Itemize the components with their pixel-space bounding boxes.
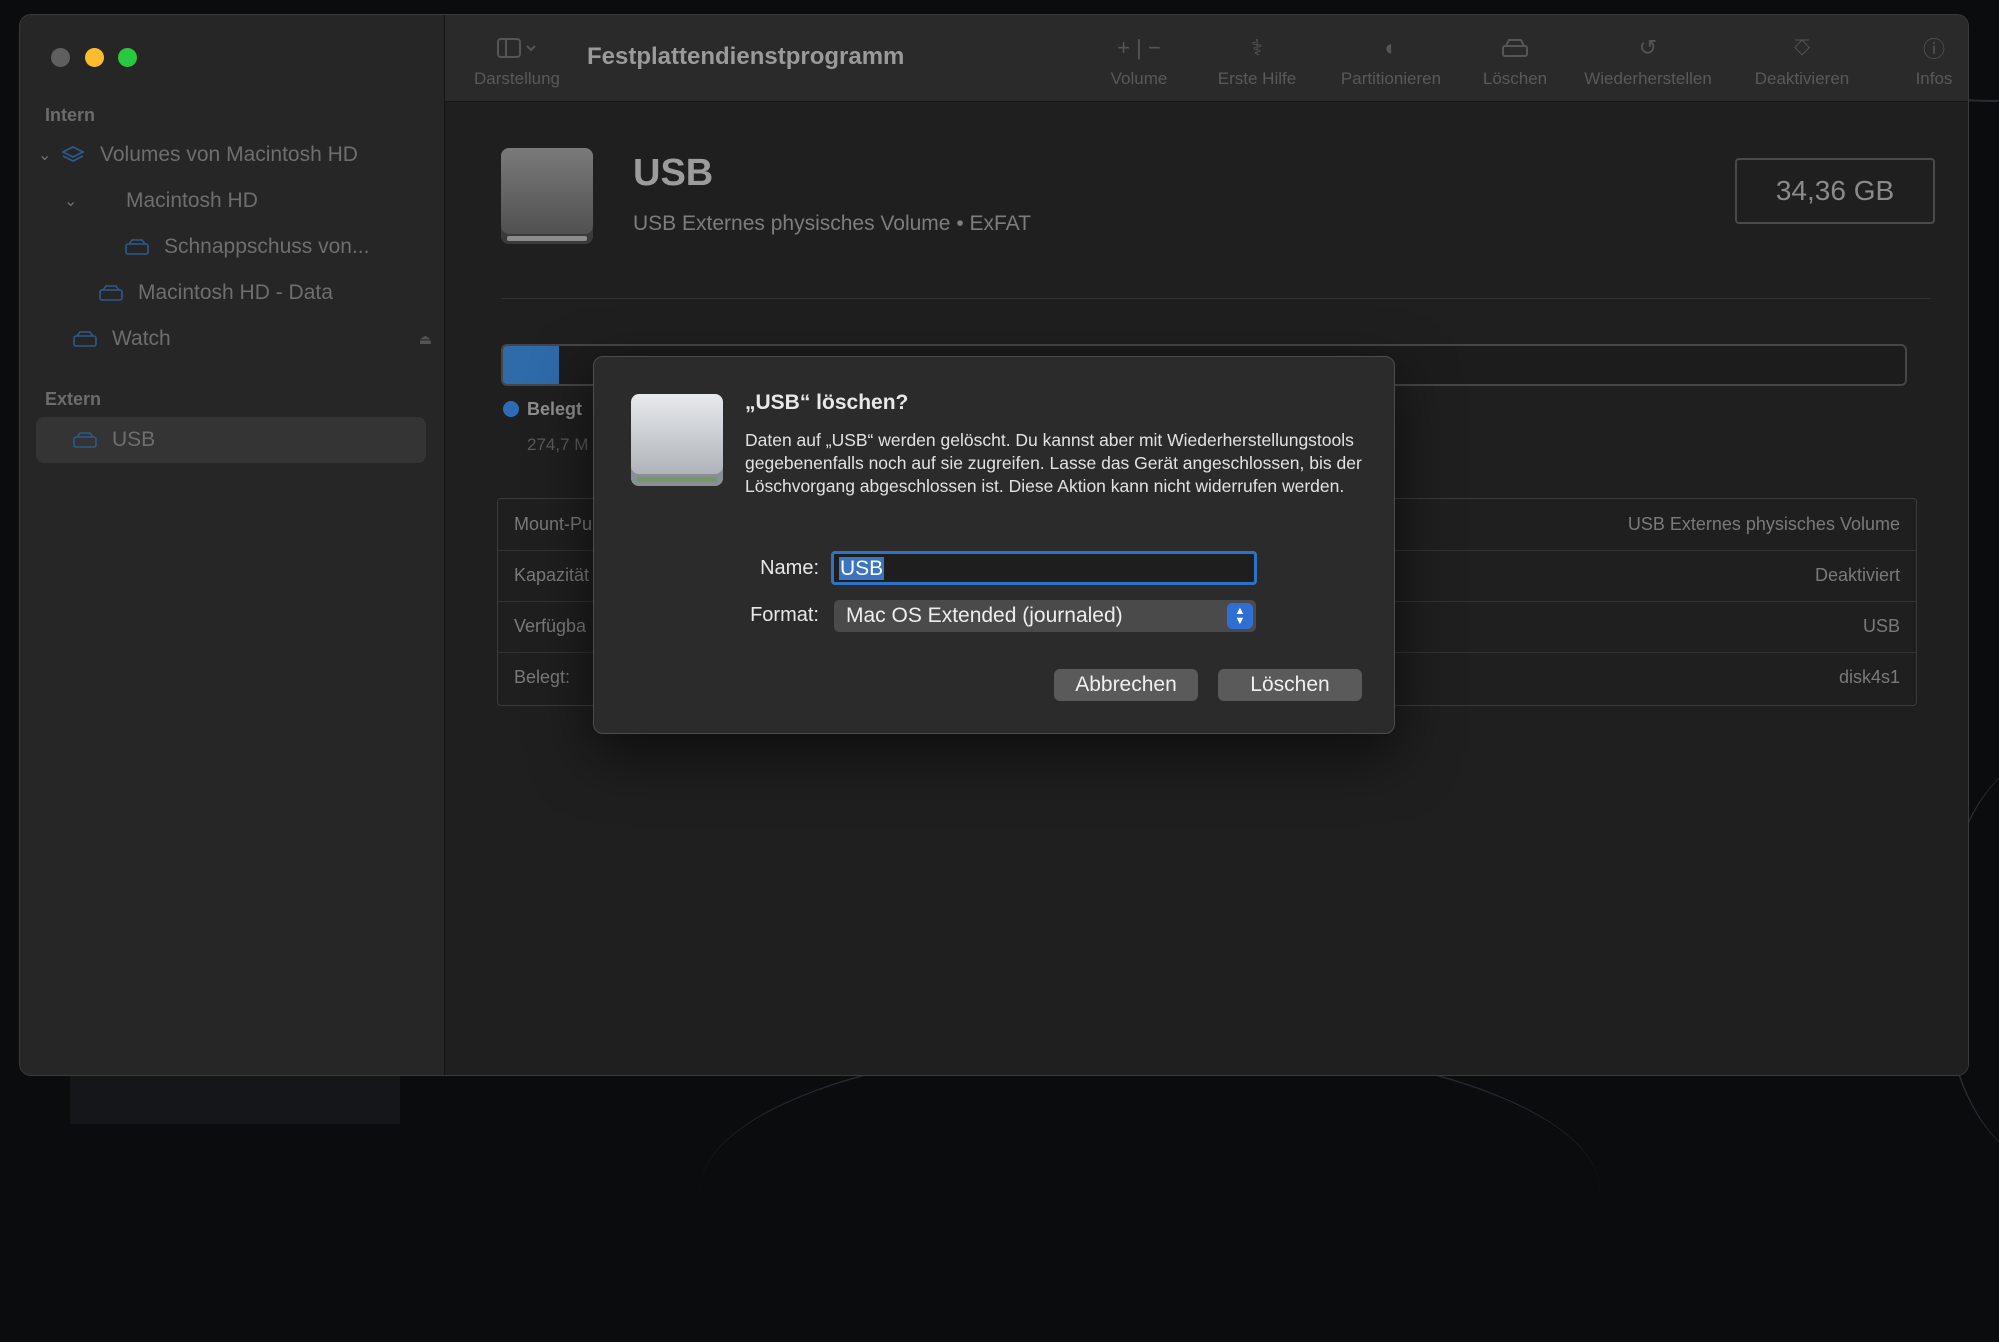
volume-size: 34,36 GB	[1735, 158, 1935, 224]
info-key: Verfügba	[514, 616, 587, 636]
restore-label: Wiederherstellen	[1584, 69, 1712, 88]
info-value: disk4s1	[1838, 667, 1900, 687]
sidebar-item-label: USB	[112, 428, 156, 451]
disk-icon	[72, 330, 98, 348]
sidebar-item-volumes-macintosh-hd[interactable]: ⌄ Volumes von Macintosh HD	[38, 135, 358, 175]
desktop-wallpaper-arc	[700, 1040, 1600, 1342]
info-value: USB	[1862, 616, 1900, 636]
sidebar-toggle-icon	[467, 33, 567, 63]
unmount-icon: ⎏	[1793, 35, 1811, 60]
first-aid-label: Erste Hilfe	[1217, 69, 1297, 88]
info-value: Deaktiviert	[1814, 565, 1900, 585]
name-input[interactable]: USB	[831, 551, 1257, 585]
name-input-value: USB	[839, 557, 885, 580]
chevron-down-icon[interactable]: ⌄	[38, 145, 60, 165]
sidebar-item-label: Macintosh HD - Data	[138, 281, 333, 304]
cancel-button[interactable]: Abbrechen	[1054, 669, 1198, 701]
erase-disk-icon	[1465, 33, 1565, 63]
divider	[501, 298, 1931, 299]
used-legend-dot	[503, 401, 519, 417]
zoom-window-button[interactable]	[118, 48, 137, 67]
sidebar-item-macintosh-hd[interactable]: ⌄ Macintosh HD	[64, 181, 258, 221]
volume-label: Volume	[1110, 69, 1168, 88]
external-disk-icon	[631, 394, 723, 486]
sidebar-item-macintosh-hd-data[interactable]: Macintosh HD - Data	[98, 273, 333, 313]
erase-confirm-button[interactable]: Löschen	[1218, 669, 1362, 701]
sidebar-item-label: Schnappschuss von...	[164, 235, 370, 258]
erase-button[interactable]: Löschen	[1465, 33, 1565, 89]
sidebar-section-extern: Extern	[45, 389, 102, 409]
volume-button[interactable]: + | − Volume	[1099, 33, 1179, 89]
chevron-down-icon[interactable]: ⌄	[64, 191, 86, 211]
restore-button[interactable]: ↺ Wiederherstellen	[1563, 33, 1733, 89]
minimize-window-button[interactable]	[85, 48, 104, 67]
pie-icon: ◐	[1384, 35, 1398, 60]
disk-icon	[72, 431, 98, 449]
disk-icon	[124, 238, 150, 256]
erase-dialog: „USB“ löschen? Daten auf „USB“ werden ge…	[593, 356, 1395, 734]
name-label: Name:	[760, 557, 819, 579]
dialog-message: Daten auf „USB“ werden gelöscht. Du kann…	[745, 430, 1362, 496]
sidebar: Intern ⌄ Volumes von Macintosh HD ⌄ Maci…	[20, 15, 445, 1075]
sidebar-item-label: Macintosh HD	[126, 189, 258, 212]
volume-name: USB	[633, 152, 714, 194]
sidebar-section-intern: Intern	[45, 105, 96, 125]
restore-arrow-icon: ↺	[1638, 35, 1658, 60]
first-aid-button[interactable]: ⚕ Erste Hilfe	[1207, 33, 1307, 89]
info-key: Kapazität	[514, 565, 590, 585]
sidebar-item-watch[interactable]: Watch ⏏	[72, 319, 432, 359]
erase-label: Löschen	[1482, 69, 1548, 88]
used-legend-label: Belegt	[527, 399, 583, 419]
chevron-updown-icon: ▲ ▼	[1227, 603, 1253, 629]
volume-subtitle: USB Externes physisches Volume • ExFAT	[633, 212, 1031, 235]
close-window-button[interactable]	[51, 48, 70, 67]
desktop-wallpaper-panel	[70, 1070, 400, 1124]
info-label: Infos	[1915, 69, 1953, 88]
sidebar-item-usb[interactable]: USB	[72, 420, 155, 460]
eject-icon[interactable]: ⏏	[419, 331, 432, 348]
toolbar: Darstellung Festplattendienstprogramm + …	[445, 15, 1968, 102]
stack-icon	[60, 146, 86, 164]
unmount-button[interactable]: ⎏ Deaktivieren	[1737, 33, 1867, 89]
disk-icon	[86, 192, 112, 210]
usage-bar-fill	[503, 346, 560, 384]
info-key: Belegt:	[514, 667, 571, 687]
partition-button[interactable]: ◐ Partitionieren	[1326, 33, 1456, 89]
stethoscope-icon: ⚕	[1251, 35, 1263, 60]
sidebar-item-snapshot[interactable]: Schnappschuss von...	[124, 227, 369, 267]
sidebar-item-label: Volumes von Macintosh HD	[100, 143, 358, 166]
info-icon: ⓘ	[1922, 37, 1945, 62]
sidebar-item-label: Watch	[112, 327, 171, 350]
unmount-label: Deaktivieren	[1754, 69, 1850, 88]
partition-label: Partitionieren	[1340, 69, 1442, 88]
window-title: Festplattendienstprogramm	[587, 43, 905, 70]
format-label: Format:	[750, 604, 819, 626]
plus-minus-icon: + | −	[1117, 35, 1161, 60]
view-label: Darstellung	[474, 69, 560, 88]
format-select-value: Mac OS Extended (journaled)	[846, 604, 1123, 627]
external-disk-icon	[501, 148, 593, 244]
format-select[interactable]: Mac OS Extended (journaled) ▲ ▼	[834, 600, 1256, 632]
info-key: Mount-Pu	[514, 514, 593, 534]
view-button[interactable]: Darstellung	[467, 33, 567, 89]
disk-icon	[98, 284, 124, 302]
info-button[interactable]: ⓘ Infos	[1899, 33, 1968, 89]
used-legend-value: 274,7 M	[527, 435, 589, 454]
info-value: USB Externes physisches Volume	[1627, 514, 1900, 534]
dialog-title: „USB“ löschen?	[745, 391, 909, 414]
